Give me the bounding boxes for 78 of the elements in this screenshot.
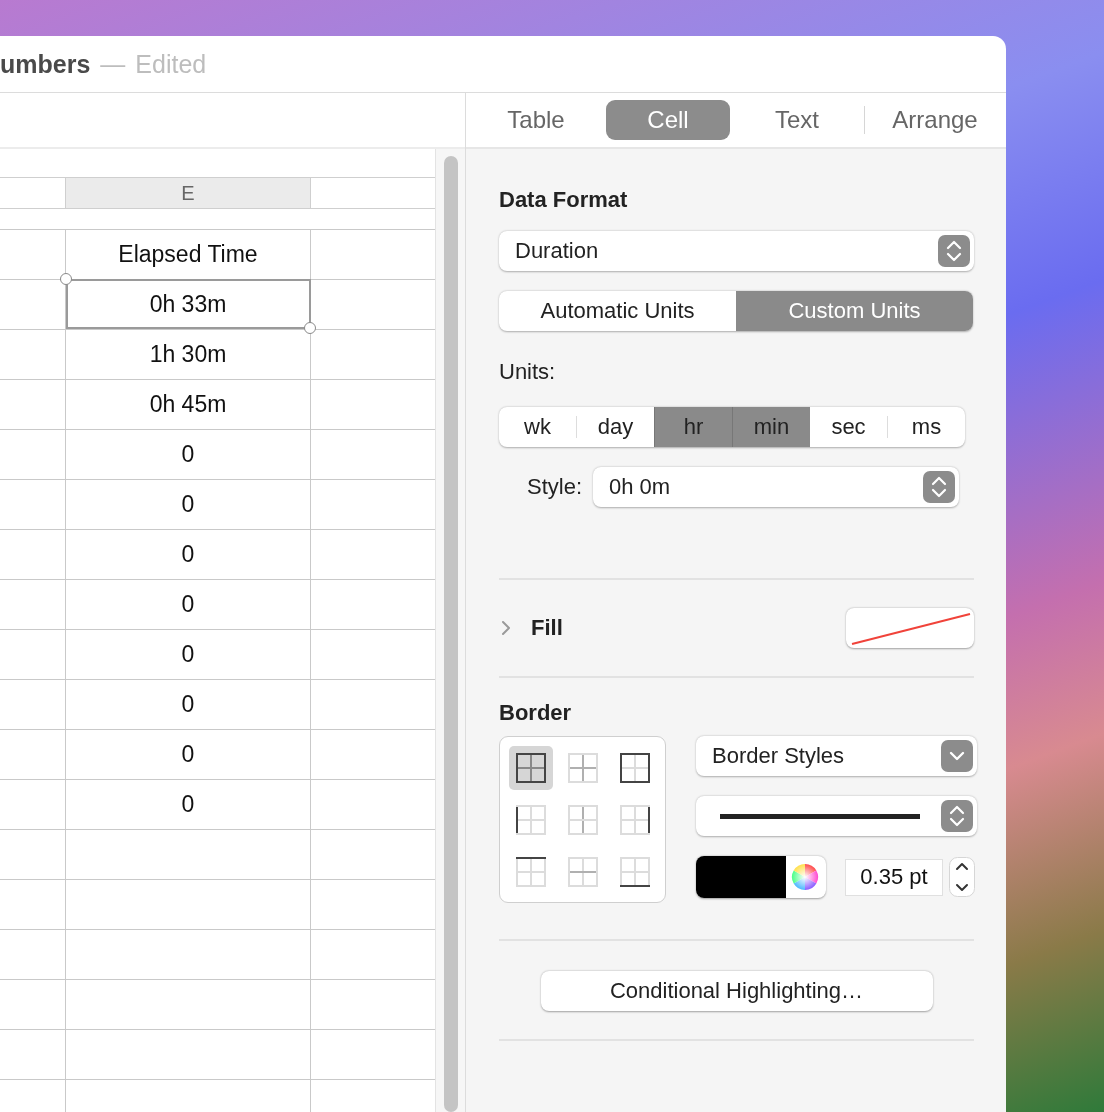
- unit-toggle[interactable]: day: [577, 407, 654, 447]
- table-cell[interactable]: 0: [66, 779, 311, 829]
- table-cell[interactable]: 0: [66, 629, 311, 679]
- border-grid-icon: [516, 805, 546, 835]
- border-grid-icon: [516, 857, 546, 887]
- border-grid-icon: [620, 805, 650, 835]
- color-well[interactable]: [696, 856, 826, 898]
- format-popup[interactable]: Duration: [499, 231, 974, 271]
- border-grid-icon: [516, 753, 546, 783]
- unit-toggle[interactable]: hr: [654, 407, 732, 447]
- table-cell[interactable]: [0, 879, 66, 929]
- table-cell[interactable]: [0, 979, 66, 1029]
- line-style-popup[interactable]: [696, 796, 977, 836]
- window-title: umbers: [0, 49, 91, 79]
- column-header[interactable]: E: [66, 177, 311, 209]
- table-cell[interactable]: 0h 33m: [66, 279, 311, 329]
- table-cell[interactable]: 0h 45m: [66, 379, 311, 429]
- border-grid-icon: [620, 857, 650, 887]
- inspector-tab[interactable]: Text: [730, 100, 864, 140]
- table-cell[interactable]: [0, 379, 66, 429]
- down-chevron-icon: [941, 740, 973, 772]
- selection-handle[interactable]: [60, 273, 72, 285]
- border-width-field[interactable]: 0.35 pt: [845, 858, 943, 896]
- table-cell[interactable]: [0, 829, 66, 879]
- segment-option[interactable]: Automatic Units: [499, 291, 736, 331]
- table-cell[interactable]: 0: [66, 729, 311, 779]
- table-cell[interactable]: 0: [66, 579, 311, 629]
- table-cell[interactable]: [66, 829, 311, 879]
- border-grid-icon: [568, 805, 598, 835]
- table-cell[interactable]: [0, 529, 66, 579]
- table-cell[interactable]: 0: [66, 679, 311, 729]
- inspector-tab[interactable]: Table: [466, 100, 606, 140]
- table-cell[interactable]: [0, 579, 66, 629]
- selection-handle[interactable]: [304, 322, 316, 334]
- border-grid-icon: [568, 753, 598, 783]
- unit-toggle[interactable]: min: [732, 407, 810, 447]
- field-label: Style:: [527, 474, 583, 500]
- unit-toggle[interactable]: ms: [888, 407, 965, 447]
- table-cell[interactable]: [0, 1029, 66, 1079]
- unit-toggle[interactable]: wk: [499, 407, 576, 447]
- table-cell[interactable]: [66, 929, 311, 979]
- table-cell[interactable]: [0, 679, 66, 729]
- field-label: Units:: [499, 359, 557, 385]
- table-cell[interactable]: 0: [66, 479, 311, 529]
- inspector-tab[interactable]: Arrange: [865, 100, 1005, 140]
- conditional-highlighting-button[interactable]: Conditional Highlighting…: [540, 971, 933, 1011]
- table-cell[interactable]: 1h 30m: [66, 329, 311, 379]
- border-styles-menu[interactable]: Border Styles: [696, 736, 977, 776]
- table-cell[interactable]: 0: [66, 429, 311, 479]
- unit-toggle[interactable]: sec: [810, 407, 887, 447]
- table-cell[interactable]: [0, 779, 66, 829]
- stepper-arrows-icon: [949, 857, 975, 897]
- up-down-chevron-icon: [923, 471, 956, 503]
- edited-status: Edited: [135, 49, 207, 79]
- border-preset-button[interactable]: [509, 746, 553, 790]
- table-cell[interactable]: [0, 629, 66, 679]
- table-cell[interactable]: [66, 879, 311, 929]
- style-popup[interactable]: 0h 0m: [593, 467, 960, 507]
- no-fill-swatch[interactable]: [846, 608, 974, 648]
- table-cell[interactable]: [66, 979, 311, 1029]
- section-heading: Border: [499, 700, 573, 726]
- up-down-chevron-icon: [938, 235, 970, 267]
- color-wheel-icon: [791, 863, 819, 891]
- border-grid-icon: [620, 753, 650, 783]
- table-cell[interactable]: [0, 429, 66, 479]
- scrollbar-thumb[interactable]: [443, 156, 458, 1112]
- section-heading: Data Format: [499, 187, 629, 213]
- table-cell[interactable]: 0: [66, 529, 311, 579]
- table-cell[interactable]: [0, 729, 66, 779]
- table-cell[interactable]: [0, 329, 66, 379]
- title-separator: —: [100, 49, 126, 79]
- table-cell[interactable]: [0, 479, 66, 529]
- border-grid-icon: [568, 857, 598, 887]
- table-cell[interactable]: Elapsed Time: [66, 229, 311, 279]
- table-cell[interactable]: [0, 929, 66, 979]
- up-down-chevron-icon: [941, 800, 973, 832]
- disclosure-toggle[interactable]: Fill: [499, 615, 563, 641]
- table-cell[interactable]: [66, 1029, 311, 1079]
